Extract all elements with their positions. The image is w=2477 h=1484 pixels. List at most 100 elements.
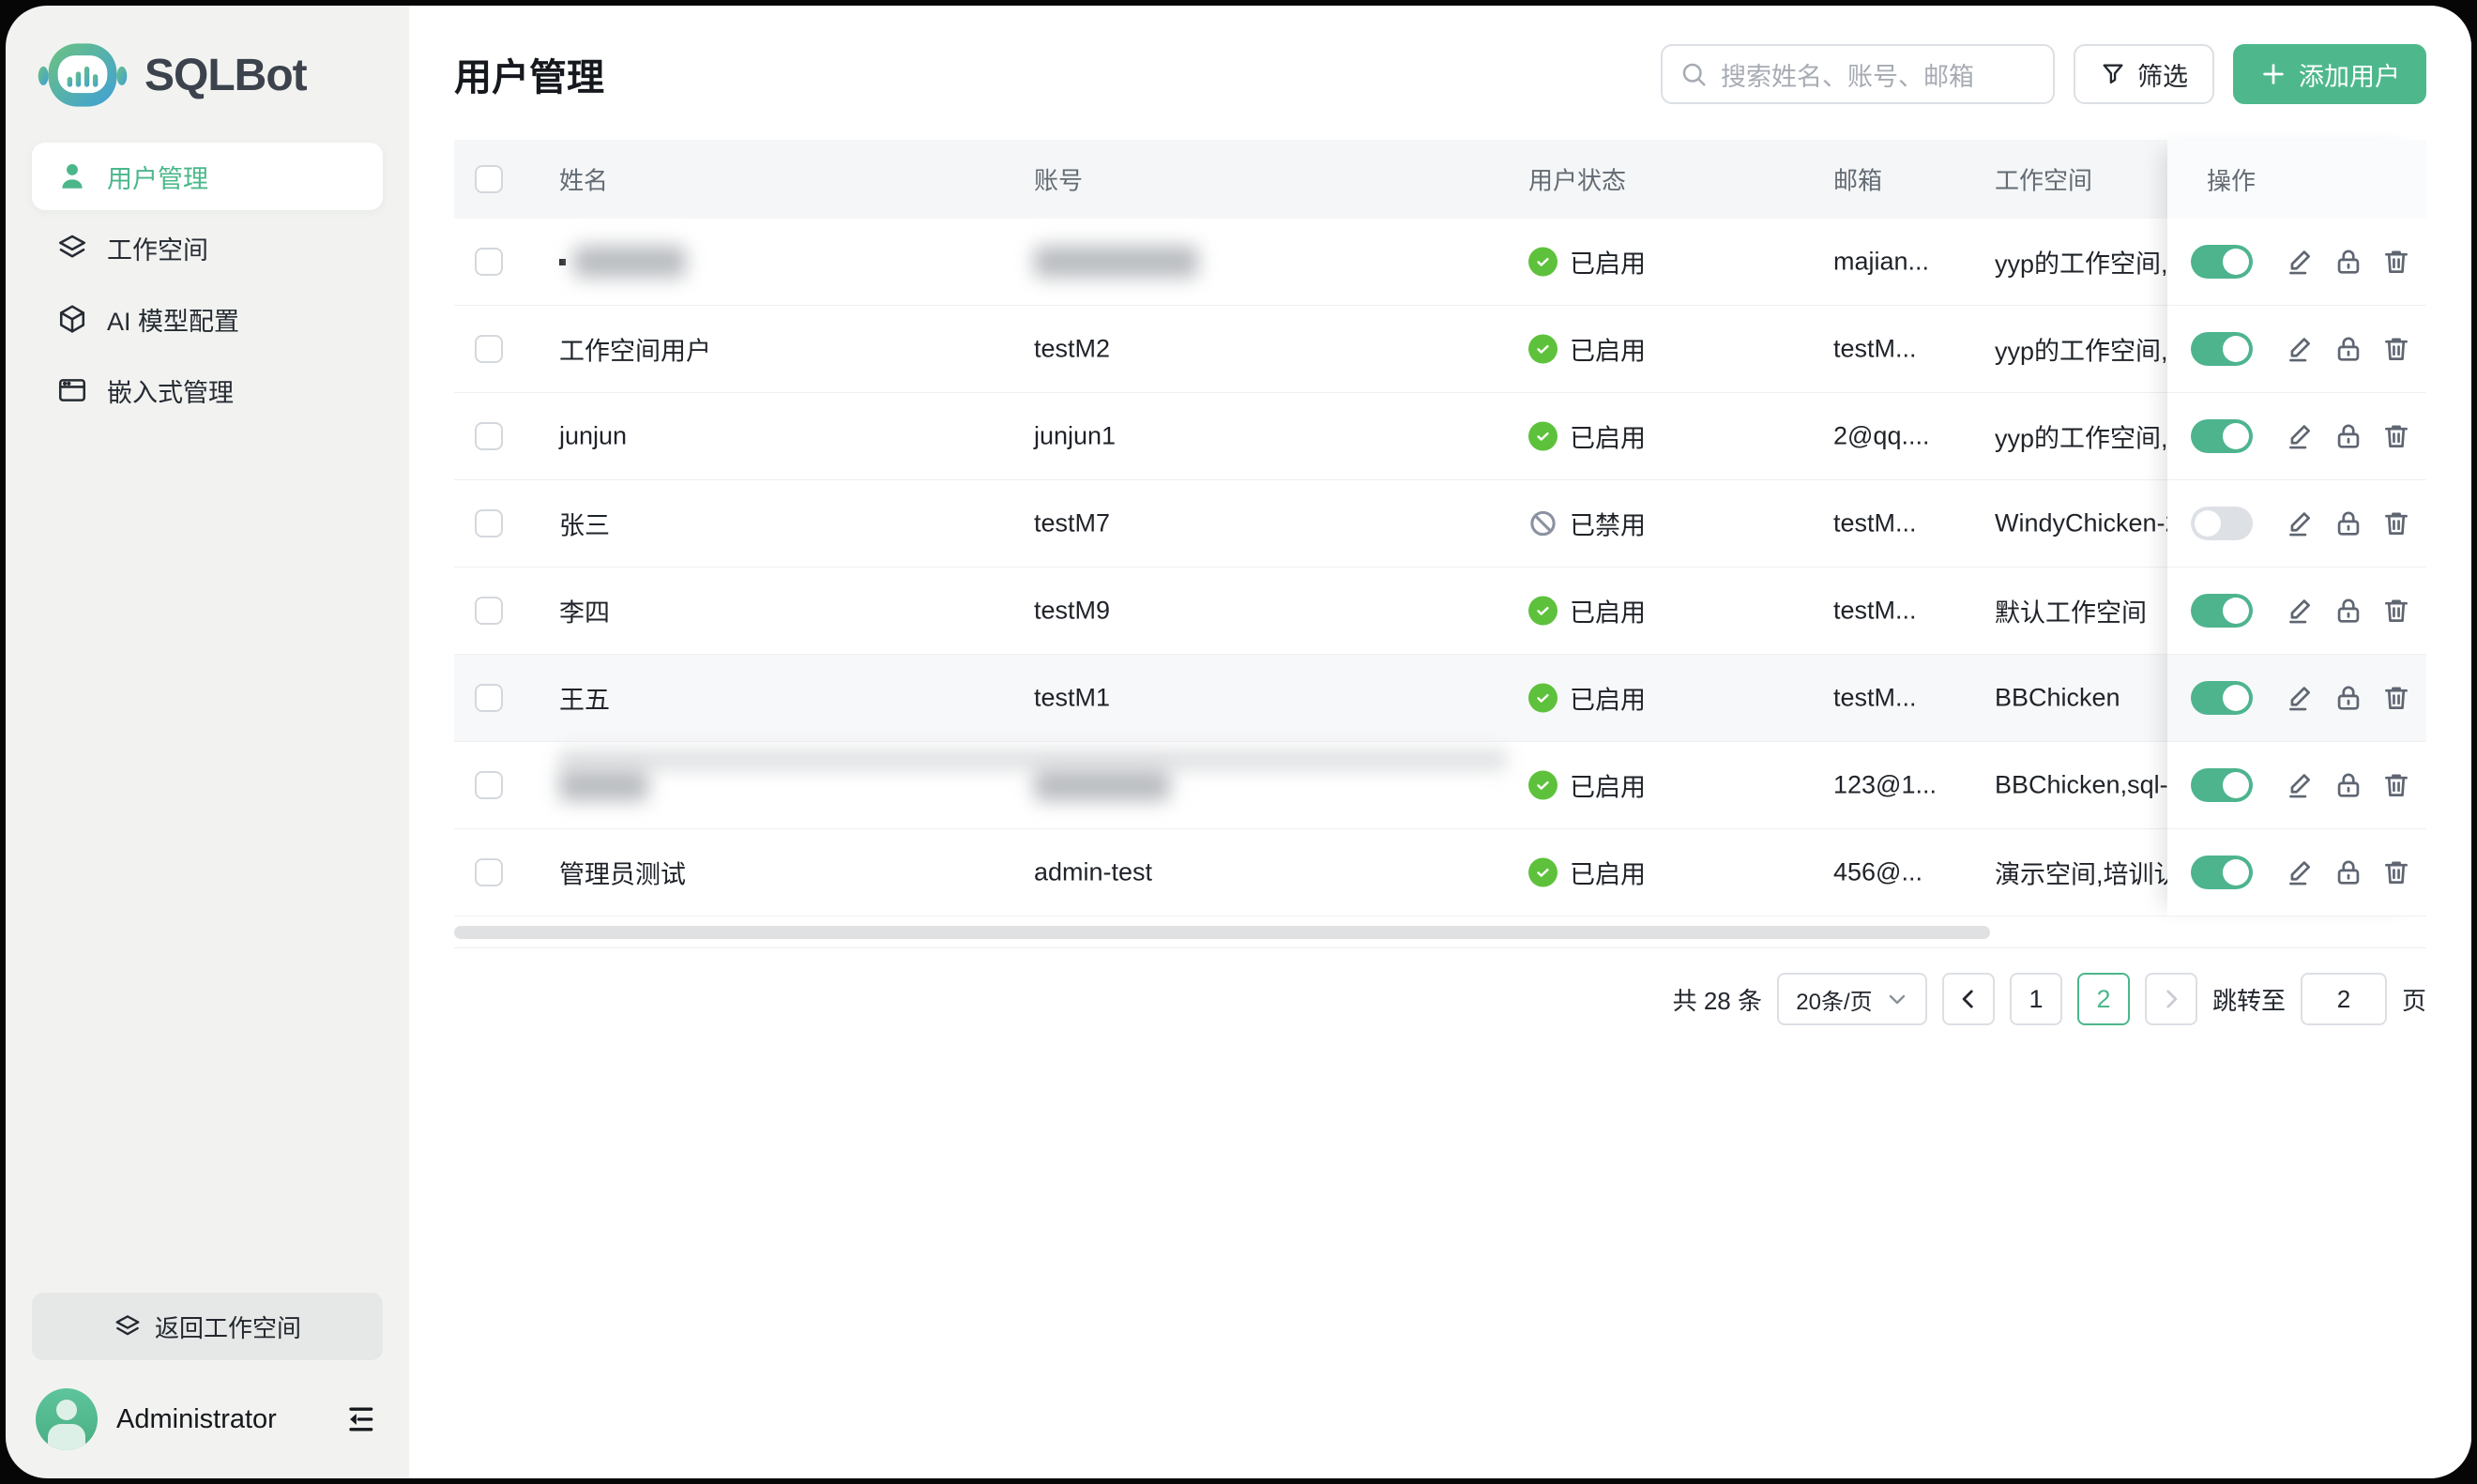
edit-button[interactable] [2285,769,2317,801]
edit-button[interactable] [2285,682,2317,714]
row-actions [2167,829,2426,916]
delete-button[interactable] [2380,856,2412,888]
row-checkbox[interactable] [475,684,503,712]
add-user-button[interactable]: 添加用户 [2233,44,2426,104]
status-enabled-icon [1528,422,1558,451]
status-badge: 已启用 [1528,855,1646,891]
lock-button[interactable] [2333,507,2364,539]
delete-button[interactable] [2380,507,2412,539]
filter-button-label: 筛选 [2137,56,2188,93]
status-badge: 已启用 [1528,593,1646,629]
edit-button[interactable] [2285,333,2317,365]
edit-button[interactable] [2285,856,2317,888]
cell-name: 王五 [559,680,610,717]
cell-name-redacted [559,246,686,278]
row-checkbox[interactable] [475,597,503,625]
column-header-email: 邮箱 [1833,162,1882,197]
sidebar-item-ai-model-config[interactable]: AI 模型配置 [32,285,383,353]
column-header-account: 账号 [1034,162,1083,197]
funnel-icon [2100,61,2126,87]
status-badge: 已启用 [1528,418,1646,455]
enable-toggle[interactable] [2191,768,2253,802]
next-page-button[interactable] [2145,973,2197,1025]
lock-button[interactable] [2333,333,2364,365]
lock-button[interactable] [2333,682,2364,714]
sidebar-menu: 用户管理 工作空间 AI 模型配置 [32,143,383,424]
select-all-checkbox[interactable] [475,165,503,193]
enable-toggle[interactable] [2191,507,2253,540]
search-input[interactable]: 搜索姓名、账号、邮箱 [1661,44,2055,104]
row-checkbox[interactable] [475,422,503,450]
delete-button[interactable] [2380,595,2412,627]
goto-label: 跳转至 [2212,982,2286,1017]
lock-button[interactable] [2333,856,2364,888]
cell-account: testM1 [1034,684,1110,713]
table-bottom-divider [454,947,2426,948]
layers-icon [114,1312,142,1340]
table-row: 王五 testM1 已启用 testM... BBChicken [454,655,2426,742]
filter-button[interactable]: 筛选 [2074,44,2214,104]
lock-button[interactable] [2333,246,2364,278]
column-header-actions: 操作 [2167,140,2426,219]
row-checkbox[interactable] [475,771,503,799]
delete-button[interactable] [2380,682,2412,714]
cell-email: 456@... [1833,858,1922,887]
delete-button[interactable] [2380,769,2412,801]
sidebar-item-embedded-management[interactable]: 嵌入式管理 [32,356,383,424]
sidebar-item-workspace[interactable]: 工作空间 [32,214,383,281]
enable-toggle[interactable] [2191,245,2253,279]
page-button-1[interactable]: 1 [2010,973,2062,1025]
sidebar-item-label: 工作空间 [107,230,208,266]
row-actions [2167,480,2426,568]
cell-account: testM7 [1034,509,1110,538]
layers-icon [56,232,88,264]
actions-column: 操作 [2167,140,2426,916]
delete-button[interactable] [2380,246,2412,278]
cell-name: 管理员测试 [559,855,686,891]
embed-icon [56,374,88,406]
collapse-sidebar-icon[interactable] [342,1401,379,1438]
lock-button[interactable] [2333,420,2364,452]
scrollbar-thumb[interactable] [454,926,1990,939]
row-actions [2167,568,2426,655]
enable-toggle[interactable] [2191,856,2253,889]
enable-toggle[interactable] [2191,332,2253,366]
lock-button[interactable] [2333,595,2364,627]
row-checkbox[interactable] [475,335,503,363]
lock-button[interactable] [2333,769,2364,801]
page-size-value: 20条/页 [1796,983,1872,1016]
status-disabled-icon [1528,509,1558,538]
row-checkbox[interactable] [475,248,503,276]
enable-toggle[interactable] [2191,681,2253,715]
add-button-label: 添加用户 [2299,56,2400,93]
back-to-workspace-button[interactable]: 返回工作空间 [32,1293,383,1360]
cell-email: testM... [1833,684,1917,713]
cell-name: 工作空间用户 [559,331,711,368]
enable-toggle[interactable] [2191,594,2253,628]
row-actions [2167,742,2426,829]
delete-button[interactable] [2380,420,2412,452]
prev-page-button[interactable] [1942,973,1995,1025]
pagination: 共 28 条 20条/页 1 2 跳转至 2 页 [454,973,2426,1025]
table-row: 张三 testM7 已禁用 testM... WindyChicken-2 [454,480,2426,568]
column-header-name: 姓名 [559,162,608,197]
row-checkbox[interactable] [475,509,503,538]
status-badge: 已启用 [1528,767,1646,804]
edit-button[interactable] [2285,246,2317,278]
row-checkbox[interactable] [475,858,503,886]
delete-button[interactable] [2380,333,2412,365]
status-enabled-icon [1528,771,1558,800]
sidebar-item-user-management[interactable]: 用户管理 [32,143,383,210]
status-enabled-icon [1528,248,1558,277]
edit-button[interactable] [2285,507,2317,539]
edit-button[interactable] [2285,595,2317,627]
cell-email: majian... [1833,248,1929,277]
enable-toggle[interactable] [2191,419,2253,453]
cell-account: testM2 [1034,335,1110,364]
status-enabled-icon [1528,684,1558,713]
edit-button[interactable] [2285,420,2317,452]
goto-page-input[interactable]: 2 [2301,973,2387,1025]
cell-name-redacted [559,769,648,801]
page-button-2[interactable]: 2 [2077,973,2130,1025]
page-size-select[interactable]: 20条/页 [1777,973,1927,1025]
